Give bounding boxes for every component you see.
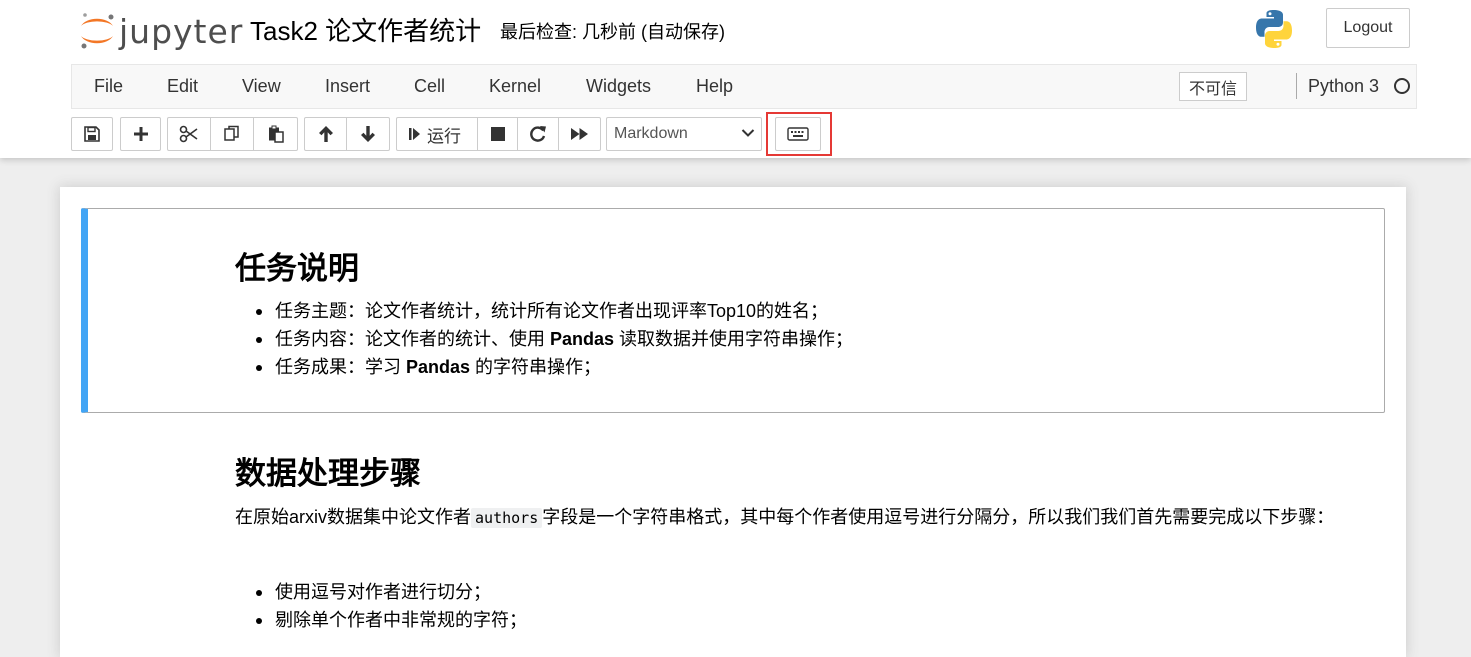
insert-cell-button[interactable] <box>120 117 161 151</box>
menu-kernel[interactable]: Kernel <box>489 76 541 97</box>
restart-kernel-button[interactable] <box>517 117 559 151</box>
task-heading: 任务说明 <box>235 251 359 287</box>
move-down-button[interactable] <box>346 117 390 151</box>
paste-icon <box>268 125 284 143</box>
menu-widgets[interactable]: Widgets <box>586 76 651 97</box>
move-up-button[interactable] <box>304 117 347 151</box>
list-item: 剔除单个作者中非常规的字符； <box>235 606 527 634</box>
refresh-icon <box>530 126 546 142</box>
jupyter-logo-text: jupyter <box>119 12 244 51</box>
logout-button[interactable]: Logout <box>1326 8 1410 48</box>
menu-view[interactable]: View <box>242 76 281 97</box>
floppy-icon <box>84 126 100 142</box>
python-logo-icon <box>1253 8 1295 55</box>
fast-forward-icon <box>570 128 588 140</box>
stop-icon <box>490 127 505 141</box>
plus-icon <box>133 127 148 141</box>
task-list: 任务主题：论文作者统计，统计所有论文作者出现评率Top10的姓名； 任务内容：论… <box>235 297 853 381</box>
copy-button[interactable] <box>210 117 254 151</box>
list-item: 任务成果：学习 Pandas 的字符串操作； <box>235 353 853 381</box>
run-button[interactable]: 运行 <box>396 117 478 151</box>
copy-icon <box>224 125 239 141</box>
steps-paragraph: 在原始arxiv数据集中论文作者 authors 字段是一个字符串格式，其中每个作者… <box>235 507 1335 528</box>
arrow-up-icon <box>318 126 333 142</box>
cell-type-select[interactable]: Markdown <box>606 117 762 151</box>
step-forward-icon <box>409 128 420 140</box>
cut-button[interactable] <box>167 117 211 151</box>
interrupt-button[interactable] <box>477 117 518 151</box>
run-button-label: 运行 <box>427 126 461 146</box>
header: jupyter Task2 论文作者统计 最后检查: 几秒前 (自动保存) Lo… <box>0 0 1471 158</box>
arrow-down-icon <box>361 126 375 142</box>
jupyter-logo-icon <box>81 13 114 49</box>
inline-code: authors <box>471 508 543 528</box>
steps-heading: 数据处理步骤 <box>235 456 421 492</box>
steps-list: 使用逗号对作者进行切分； 剔除单个作者中非常规的字符； <box>235 578 527 634</box>
menu-edit[interactable]: Edit <box>167 76 198 97</box>
chevron-down-icon <box>741 129 755 137</box>
kernel-separator <box>1296 73 1297 99</box>
save-button[interactable] <box>71 117 113 151</box>
checkpoint-status: 最后检查: 几秒前 (自动保存) <box>500 22 725 42</box>
highlight-box <box>766 112 832 156</box>
scissors-icon <box>179 125 198 143</box>
notebook-container: 任务说明 任务主题：论文作者统计，统计所有论文作者出现评率Top10的姓名； 任… <box>60 187 1406 657</box>
jupyter-logo[interactable]: jupyter <box>77 10 242 51</box>
notebook-title[interactable]: Task2 论文作者统计 <box>250 11 481 48</box>
kernel-idle-icon <box>1394 78 1410 94</box>
trust-badge[interactable]: 不可信 <box>1179 72 1247 101</box>
paste-button[interactable] <box>253 117 298 151</box>
cell-type-value: Markdown <box>614 125 688 142</box>
menu-file[interactable]: File <box>94 76 123 97</box>
menu-insert[interactable]: Insert <box>325 76 370 97</box>
list-item: 使用逗号对作者进行切分； <box>235 578 527 606</box>
restart-run-all-button[interactable] <box>558 117 601 151</box>
kernel-name[interactable]: Python 3 <box>1308 76 1379 97</box>
menu-help[interactable]: Help <box>696 76 733 97</box>
menubar: File Edit View Insert Cell Kernel Widget… <box>71 64 1417 109</box>
menu-cell[interactable]: Cell <box>414 76 445 97</box>
list-item: 任务内容：论文作者的统计、使用 Pandas 读取数据并使用字符串操作； <box>235 325 853 353</box>
list-item: 任务主题：论文作者统计，统计所有论文作者出现评率Top10的姓名； <box>235 297 853 325</box>
